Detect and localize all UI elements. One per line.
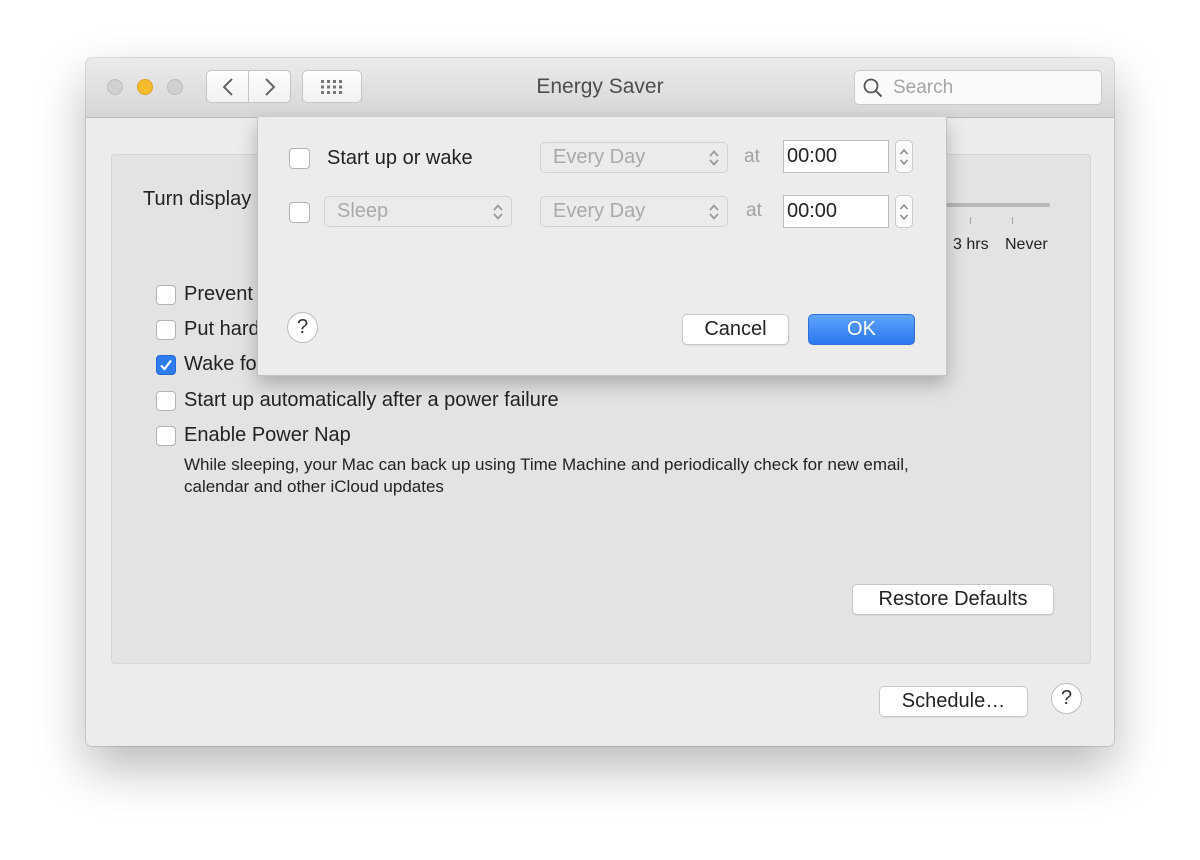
stepper-arrows-icon	[899, 203, 909, 221]
start-up-at-label: at	[744, 146, 760, 167]
search-input[interactable]	[891, 75, 1095, 100]
wake-for-network-checkbox[interactable]	[156, 355, 176, 375]
display-sleep-slider-track[interactable]	[932, 203, 1050, 207]
popup-arrows-icon	[709, 150, 719, 166]
sleep-action-value: Sleep	[337, 200, 389, 222]
power-nap-description-line: calendar and other iCloud updates	[184, 477, 444, 496]
help-button[interactable]: ?	[1051, 683, 1082, 714]
schedule-sheet: Start up or wake Every Day at 00:00 Slee…	[257, 117, 947, 376]
start-up-time-field[interactable]: 00:00	[783, 140, 889, 173]
start-up-days-value: Every Day	[553, 146, 646, 168]
wake-for-network-label: Wake fo	[184, 353, 257, 375]
power-nap-checkbox[interactable]	[156, 426, 176, 446]
slider-tick-label-3hrs: 3 hrs	[953, 236, 989, 253]
sleep-at-label: at	[746, 200, 762, 221]
sleep-days-popup[interactable]: Every Day	[540, 196, 728, 227]
start-up-days-popup[interactable]: Every Day	[540, 142, 728, 173]
slider-tick	[1012, 217, 1013, 224]
cancel-button[interactable]: Cancel	[682, 314, 789, 345]
hard-disk-sleep-label: Put hard	[184, 318, 260, 340]
hard-disk-sleep-checkbox[interactable]	[156, 320, 176, 340]
search-field[interactable]	[854, 70, 1102, 105]
power-nap-description: While sleeping, your Mac can back up usi…	[184, 454, 909, 498]
auto-start-power-failure-label: Start up automatically after a power fai…	[184, 389, 559, 411]
sleep-days-value: Every Day	[553, 200, 646, 222]
slider-tick-label-never: Never	[1005, 236, 1048, 253]
restore-defaults-button[interactable]: Restore Defaults	[852, 584, 1054, 615]
start-up-wake-label: Start up or wake	[327, 147, 473, 169]
sheet-help-button[interactable]: ?	[287, 312, 318, 343]
turn-display-off-label: Turn display	[143, 188, 252, 210]
ok-button[interactable]: OK	[808, 314, 915, 345]
auto-start-power-failure-checkbox[interactable]	[156, 391, 176, 411]
sleep-time-stepper[interactable]	[895, 195, 913, 228]
stepper-arrows-icon	[899, 148, 909, 166]
start-up-time-stepper[interactable]	[895, 140, 913, 173]
prevent-sleep-label: Prevent	[184, 283, 253, 305]
title-bar: Energy Saver	[86, 58, 1114, 118]
energy-saver-window: Energy Saver Turn display 3 hrs Never Pr…	[86, 58, 1114, 746]
power-nap-label: Enable Power Nap	[184, 424, 351, 446]
prevent-sleep-checkbox[interactable]	[156, 285, 176, 305]
checkmark-icon	[160, 359, 172, 371]
popup-arrows-icon	[709, 204, 719, 220]
start-up-wake-checkbox[interactable]	[289, 148, 310, 169]
sleep-checkbox[interactable]	[289, 202, 310, 223]
schedule-button[interactable]: Schedule…	[879, 686, 1028, 717]
slider-tick	[970, 217, 971, 224]
popup-arrows-icon	[493, 204, 503, 220]
search-icon	[863, 78, 883, 97]
sleep-time-field[interactable]: 00:00	[783, 195, 889, 228]
power-nap-description-line: While sleeping, your Mac can back up usi…	[184, 455, 909, 474]
sleep-action-popup[interactable]: Sleep	[324, 196, 512, 227]
